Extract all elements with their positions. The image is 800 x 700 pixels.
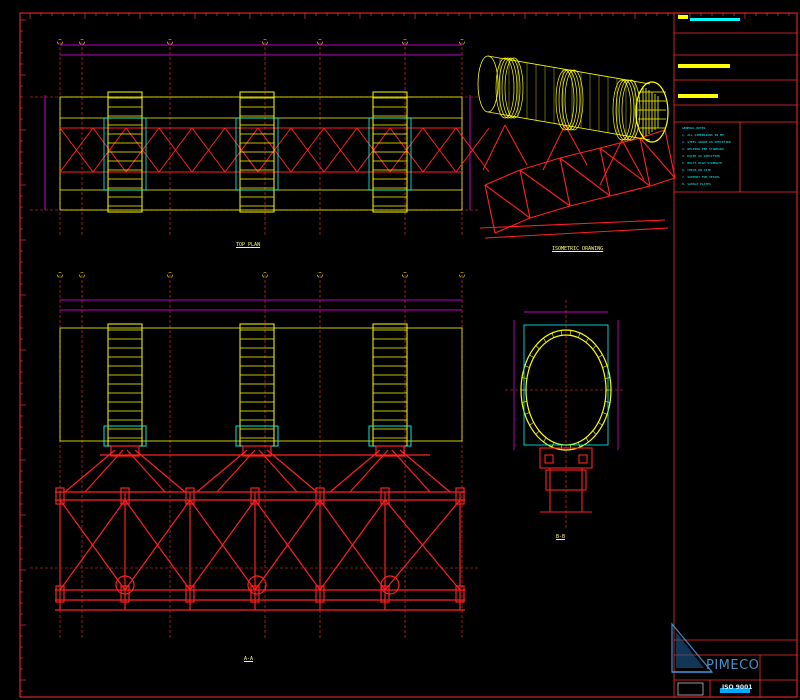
ring-tick <box>529 422 534 426</box>
ring-tick <box>598 422 603 426</box>
note-line: 6. CHECK ON SITE <box>682 168 711 172</box>
iso-post <box>664 129 676 179</box>
iso-chord <box>569 195 611 207</box>
note-line: 3. WELDING PER STANDARD <box>682 147 724 151</box>
note-line: 1. ALL DIMENSIONS IN MM <box>682 133 724 137</box>
iso-diag <box>559 157 611 197</box>
ring-tick <box>560 330 563 336</box>
ring-tick <box>551 332 554 338</box>
elevation-view <box>30 272 480 640</box>
note-line: 7. SUPPORT FOR VESSEL <box>682 175 720 179</box>
sheet-border <box>19 12 798 698</box>
iso-post <box>559 157 571 207</box>
saddle-band <box>372 323 408 447</box>
saddle-band <box>107 323 143 447</box>
ring-tick <box>543 437 547 443</box>
ring-tick <box>578 332 581 338</box>
ring-tick <box>602 365 608 368</box>
top-plan-view <box>30 39 490 235</box>
section-label: B-B <box>556 534 566 540</box>
ring-tick <box>529 354 534 358</box>
iso-leg <box>542 124 566 171</box>
title-block-highlights <box>677 15 750 696</box>
note-line: 2. STEEL GRADE AS SPECIFIED <box>682 140 731 144</box>
iso-post <box>639 137 651 187</box>
vessel-end <box>477 55 499 113</box>
cad-drawing-canvas <box>19 12 798 698</box>
iso-post <box>519 169 531 219</box>
iso-leg <box>621 139 645 181</box>
ring-tick <box>569 444 572 450</box>
iso-diag <box>519 169 571 207</box>
ring-tick <box>524 412 530 415</box>
iso-chord <box>484 227 669 239</box>
iso-chord <box>494 217 531 234</box>
note-line: 4. PAINT AS SPECIFIED <box>682 154 720 158</box>
ring-tick <box>602 412 608 415</box>
ring-tick <box>524 365 530 368</box>
iso-chord <box>479 219 666 229</box>
isometric-label: ISOMETRIC DRAWING <box>552 246 604 252</box>
left-ruler <box>20 19 26 692</box>
iso-diag <box>484 184 531 219</box>
ring-tick <box>592 345 597 350</box>
ring-tick <box>521 377 527 379</box>
iso-chord <box>649 177 676 187</box>
iso-diag <box>639 137 676 179</box>
saddle-band <box>239 323 275 447</box>
ring-tick <box>535 430 540 435</box>
iso-post <box>599 147 611 197</box>
iso-chord <box>609 185 651 197</box>
ring-tick <box>560 444 563 450</box>
note-line: GENERAL NOTES <box>682 126 706 130</box>
ring-tick <box>598 354 603 358</box>
ring-tick <box>585 437 589 443</box>
title-block <box>673 12 798 698</box>
isometric-view <box>477 55 676 239</box>
vessel-edge <box>487 111 651 141</box>
ring-tick <box>605 377 611 379</box>
elevation-label: A-A <box>244 656 254 662</box>
ring-tick <box>585 337 589 343</box>
ring-tick <box>543 337 547 343</box>
note-line: 8. SADDLE PLATES <box>682 182 711 186</box>
logo-subtext: ISO 9001 <box>722 684 753 691</box>
ring-tick <box>569 330 572 336</box>
top-ruler <box>29 13 790 19</box>
company-logo-text: PIMECO <box>706 658 760 673</box>
top-plan-label: TOP PLAN <box>236 242 261 248</box>
ring-tick <box>535 345 540 350</box>
ring-tick <box>521 401 527 403</box>
ring-tick <box>592 430 597 435</box>
iso-leg <box>564 124 588 166</box>
section-view <box>505 300 625 530</box>
iso-leg <box>504 124 528 166</box>
iso-chord <box>529 205 571 219</box>
node-plate <box>380 575 400 595</box>
ring-tick <box>605 401 611 403</box>
iso-post <box>484 184 496 234</box>
note-line: 5. BOLTS HIGH STRENGTH <box>682 161 722 165</box>
iso-diag <box>599 147 651 187</box>
iso-chord <box>484 169 521 186</box>
